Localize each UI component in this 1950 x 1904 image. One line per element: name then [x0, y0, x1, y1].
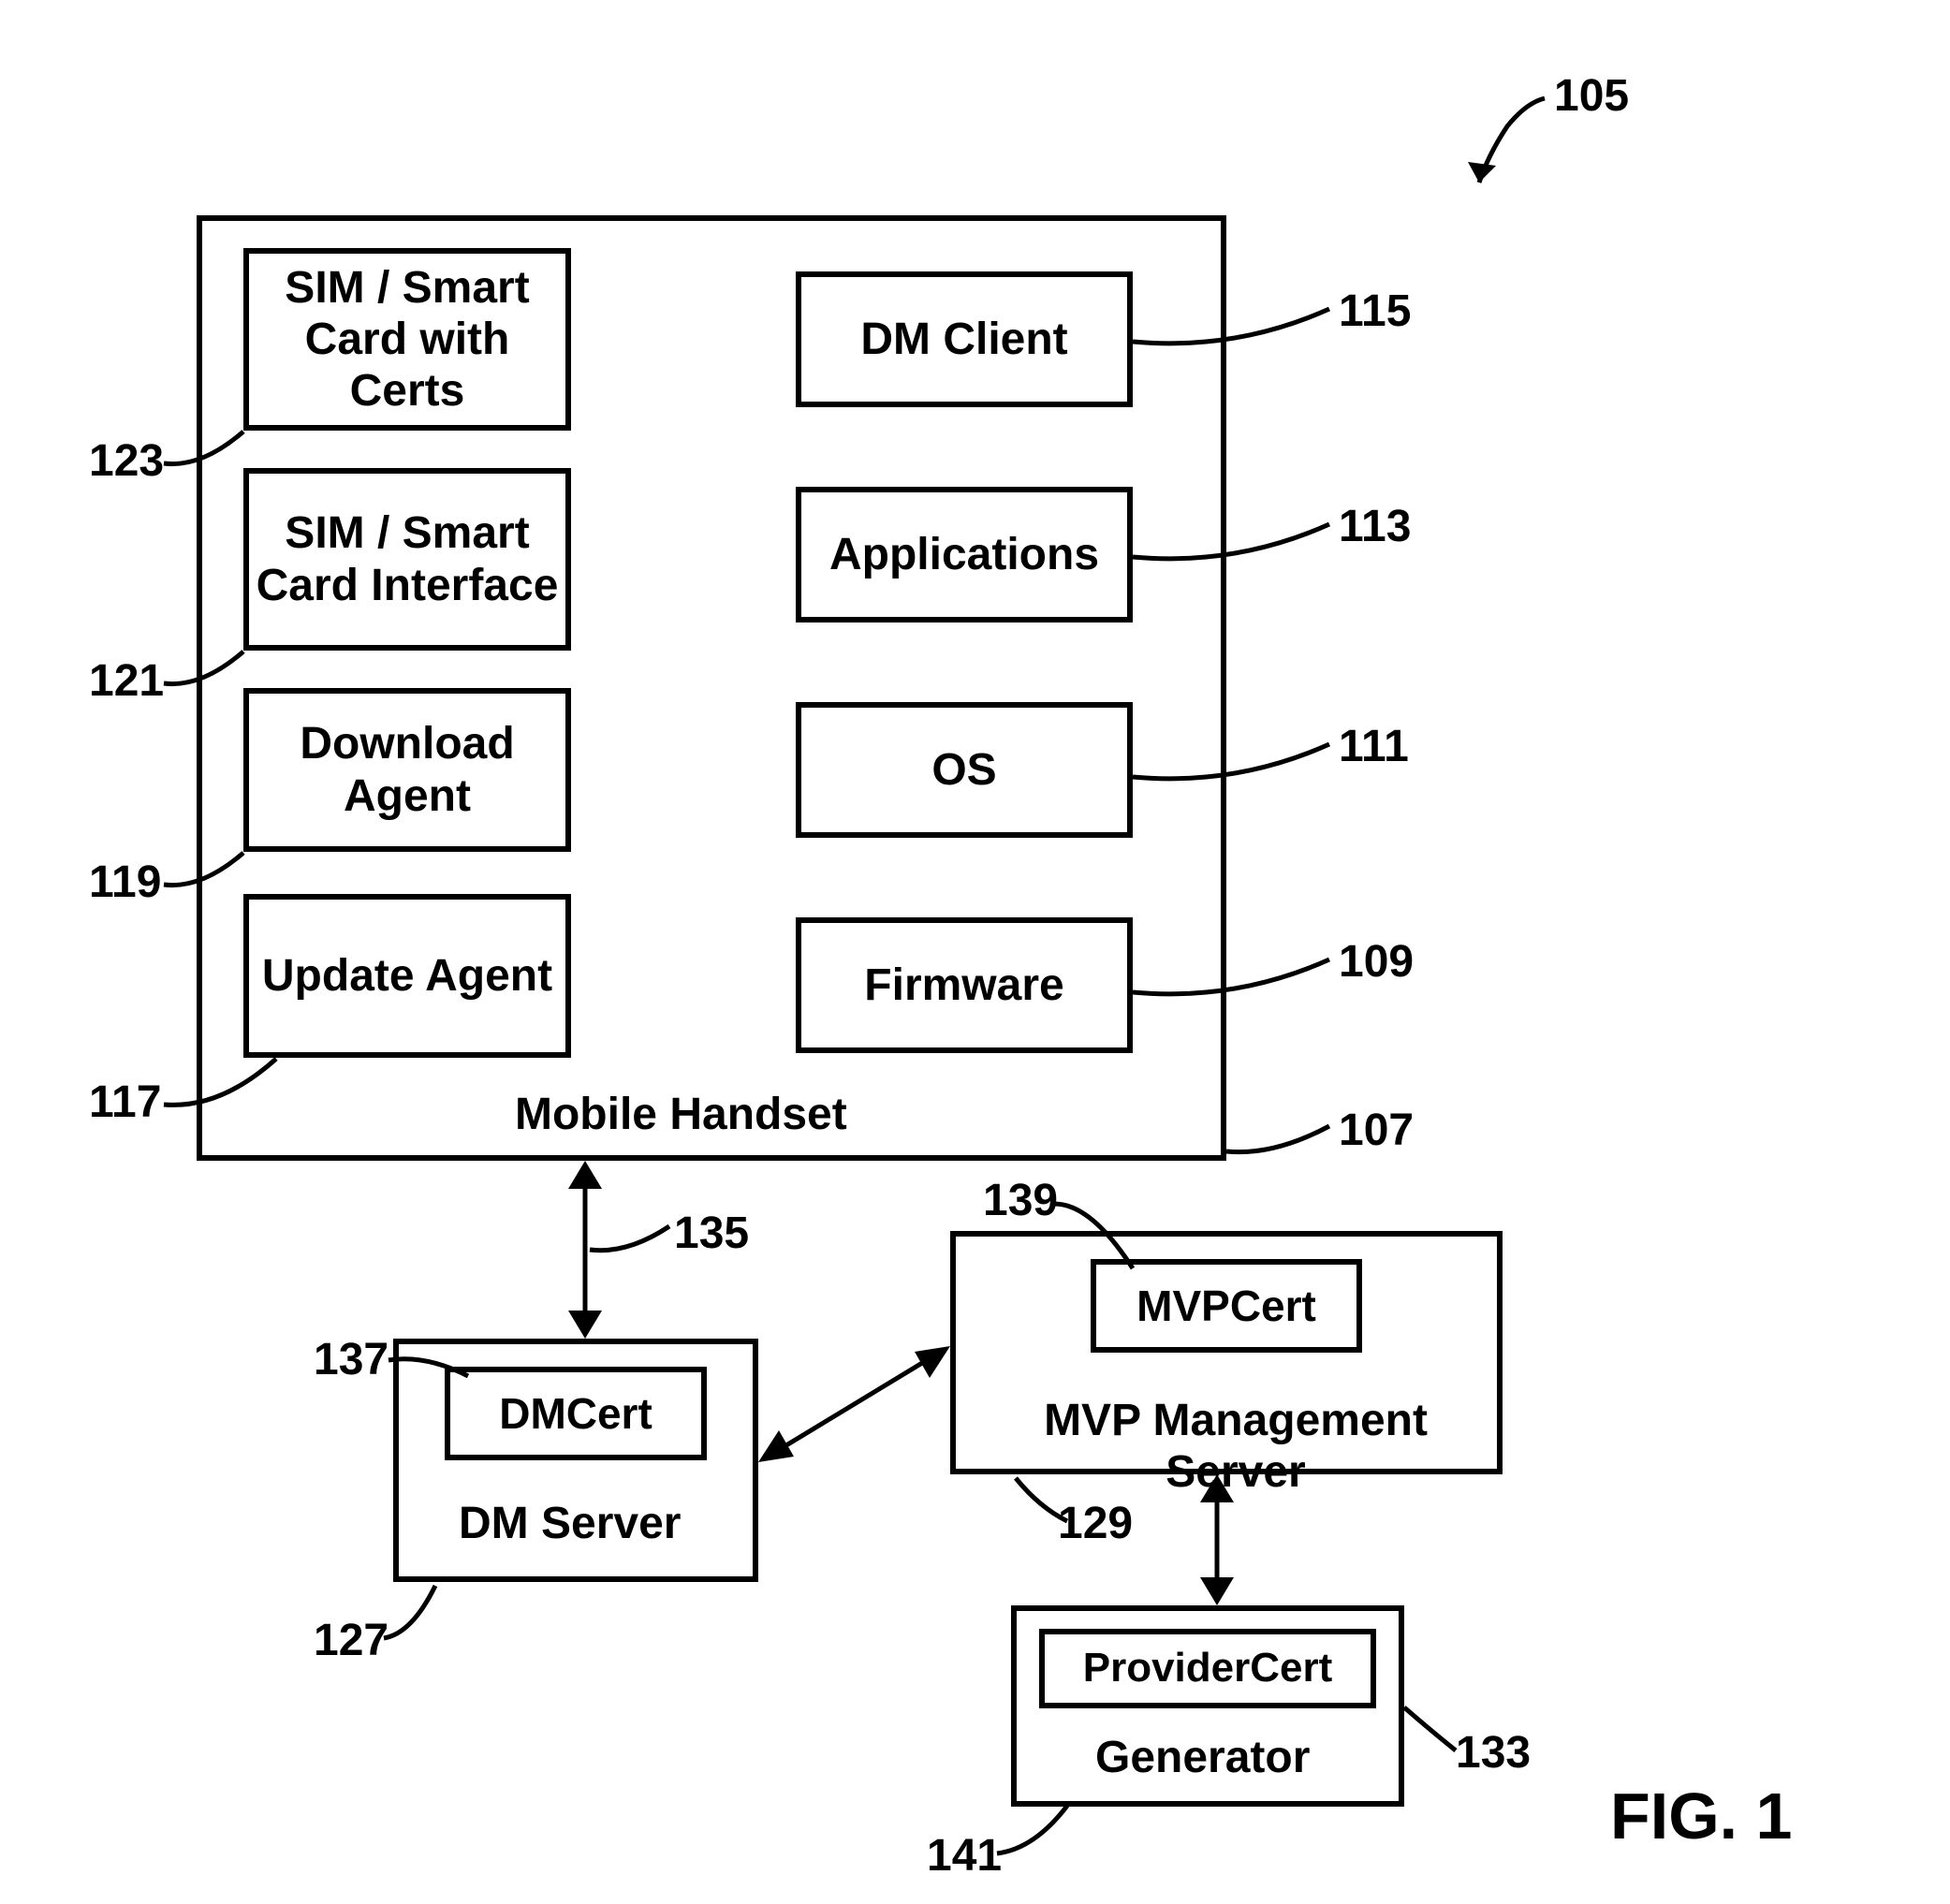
module-firmware-label: Firmware: [864, 959, 1063, 1011]
module-sim-interface-label: SIM / Smart Card Interface: [249, 507, 565, 610]
ref-117: 117: [89, 1076, 161, 1128]
ref-139: 139: [983, 1175, 1058, 1226]
handset-title: Mobile Handset: [515, 1089, 847, 1140]
ref-141: 141: [927, 1830, 1002, 1882]
lead-123: [164, 426, 276, 482]
module-firmware: Firmware: [796, 917, 1133, 1053]
module-applications-label: Applications: [829, 529, 1099, 580]
provider-cert: ProviderCert: [1039, 1629, 1376, 1708]
ref-115: 115: [1339, 286, 1411, 337]
ref-113: 113: [1339, 501, 1411, 552]
arrow-figure-ref: [1423, 89, 1573, 201]
module-dm-client: DM Client: [796, 271, 1133, 407]
figure-label: FIG. 1: [1610, 1779, 1792, 1853]
provider-cert-label: ProviderCert: [1083, 1645, 1333, 1692]
lead-137: [389, 1353, 482, 1399]
lead-113: [1133, 515, 1339, 571]
lead-135: [590, 1222, 679, 1264]
lead-139: [1053, 1198, 1147, 1278]
module-os-label: OS: [931, 744, 996, 796]
ref-127: 127: [314, 1615, 389, 1666]
dm-cert: DMCert: [445, 1367, 707, 1460]
lead-133: [1404, 1704, 1470, 1760]
ref-137: 137: [314, 1334, 389, 1385]
module-os: OS: [796, 702, 1133, 838]
module-download-agent-label: Download Agent: [249, 718, 565, 821]
dm-cert-label: DMCert: [499, 1389, 652, 1439]
module-sim-certs-label: SIM / Smart Card with Certs: [249, 262, 565, 417]
lead-119: [164, 847, 276, 903]
lead-129: [1016, 1474, 1081, 1531]
module-dm-client-label: DM Client: [860, 314, 1067, 365]
module-download-agent: Download Agent: [243, 688, 571, 852]
module-applications: Applications: [796, 487, 1133, 622]
ref-121: 121: [89, 655, 164, 707]
ref-109: 109: [1339, 936, 1414, 988]
lead-109: [1133, 950, 1339, 1006]
mvp-cert-label: MVPCert: [1136, 1282, 1316, 1331]
module-update-agent-label: Update Agent: [262, 950, 552, 1002]
lead-111: [1133, 735, 1339, 791]
diagram: 105 Mobile Handset SIM / Smart Card with…: [0, 0, 1950, 1904]
lead-117: [164, 1053, 304, 1119]
lead-107: [1226, 1119, 1339, 1165]
module-sim-certs: SIM / Smart Card with Certs: [243, 248, 571, 431]
ref-135: 135: [674, 1208, 749, 1259]
lead-121: [164, 646, 276, 702]
dm-server-title: DM Server: [459, 1498, 681, 1549]
arrow-dmserver-mvp: [758, 1339, 950, 1470]
arrow-mvp-generator: [1189, 1474, 1245, 1605]
lead-115: [1133, 300, 1339, 356]
ref-107: 107: [1339, 1105, 1414, 1156]
ref-119: 119: [89, 857, 161, 908]
ref-111: 111: [1339, 721, 1409, 772]
lead-141: [997, 1802, 1081, 1863]
module-update-agent: Update Agent: [243, 894, 571, 1058]
lead-127: [384, 1582, 459, 1648]
ref-123: 123: [89, 435, 164, 487]
generator-title: Generator: [1095, 1732, 1310, 1783]
module-sim-interface: SIM / Smart Card Interface: [243, 468, 571, 651]
